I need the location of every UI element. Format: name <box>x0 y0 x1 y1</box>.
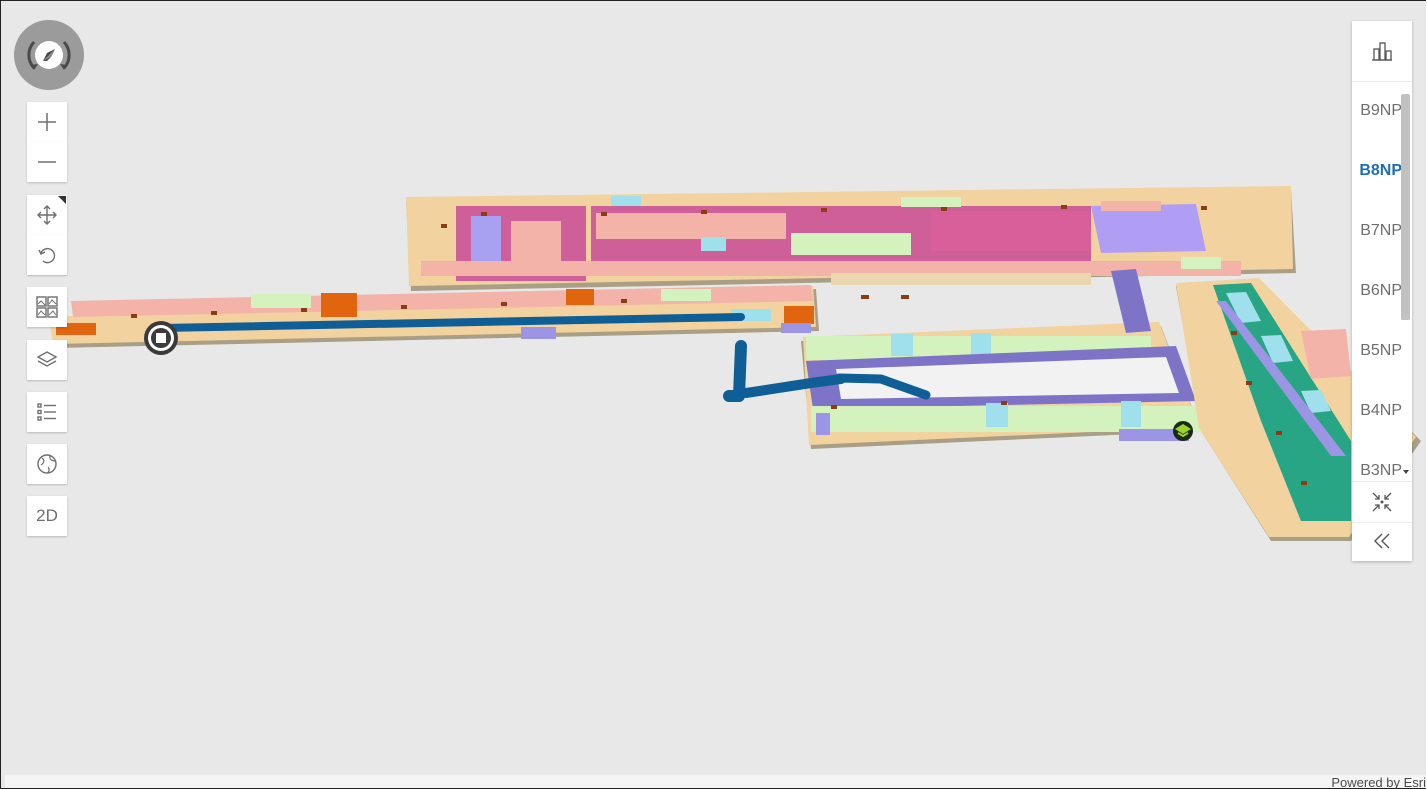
building-button[interactable] <box>1352 21 1412 82</box>
building-icon <box>1372 42 1392 61</box>
dropdown-indicator-icon <box>58 196 66 204</box>
scroll-down-arrow-icon[interactable] <box>1403 470 1409 474</box>
basemap-gallery-button[interactable] <box>27 287 67 327</box>
floor-item-b8np[interactable]: B8NP <box>1352 141 1402 201</box>
plus-icon <box>38 113 56 131</box>
floor-item-b6np[interactable]: B6NP <box>1352 261 1402 321</box>
route-stop-marker[interactable] <box>144 321 178 355</box>
layer-list-button[interactable] <box>27 340 67 380</box>
floor-item-b3np[interactable]: B3NP <box>1352 441 1402 481</box>
zoom-out-button[interactable] <box>27 142 67 182</box>
floor-item-b9np[interactable]: B9NP <box>1352 81 1402 141</box>
pan-button[interactable] <box>27 195 67 235</box>
north-block <box>406 186 1296 291</box>
globe-icon <box>37 454 57 474</box>
compass-icon <box>27 40 71 70</box>
view-toggle-label: 2D <box>36 506 58 525</box>
minus-icon <box>38 161 56 163</box>
view-toggle-2d-button[interactable]: 2D <box>27 496 67 536</box>
legend-button[interactable] <box>27 392 67 432</box>
double-chevron-left-icon <box>1374 533 1390 549</box>
list-icon <box>37 403 56 421</box>
layers-icon <box>36 351 58 367</box>
rotate-button[interactable] <box>27 235 67 275</box>
floor-list-scrollbar[interactable] <box>1401 94 1410 320</box>
basemap-gallery-icon <box>36 296 58 318</box>
floor-item-b5np[interactable]: B5NP <box>1352 321 1402 381</box>
attribution[interactable]: Powered by Esri <box>5 775 1426 789</box>
floor-item-b4np[interactable]: B4NP <box>1352 381 1402 441</box>
zoom-in-button[interactable] <box>27 102 67 142</box>
rotate-icon <box>38 247 56 264</box>
zoom-to-icon <box>1372 492 1392 512</box>
basemap-toggle-button[interactable] <box>27 444 67 484</box>
attribution-text: Powered by Esri <box>1331 775 1426 789</box>
zoom-to-floor-button[interactable] <box>1352 481 1412 523</box>
indoor-3d-scene[interactable] <box>1 1 1426 789</box>
map-view[interactable]: 2D B9NP B8NP B7NP B6NP B5NP B4NP B3NP Po… <box>0 0 1426 789</box>
collapse-floor-filter-button[interactable] <box>1352 521 1412 561</box>
destination-marker[interactable] <box>1173 421 1193 441</box>
move-icon <box>37 205 57 225</box>
floor-item-b7np[interactable]: B7NP <box>1352 201 1402 261</box>
compass-button[interactable] <box>14 20 84 90</box>
